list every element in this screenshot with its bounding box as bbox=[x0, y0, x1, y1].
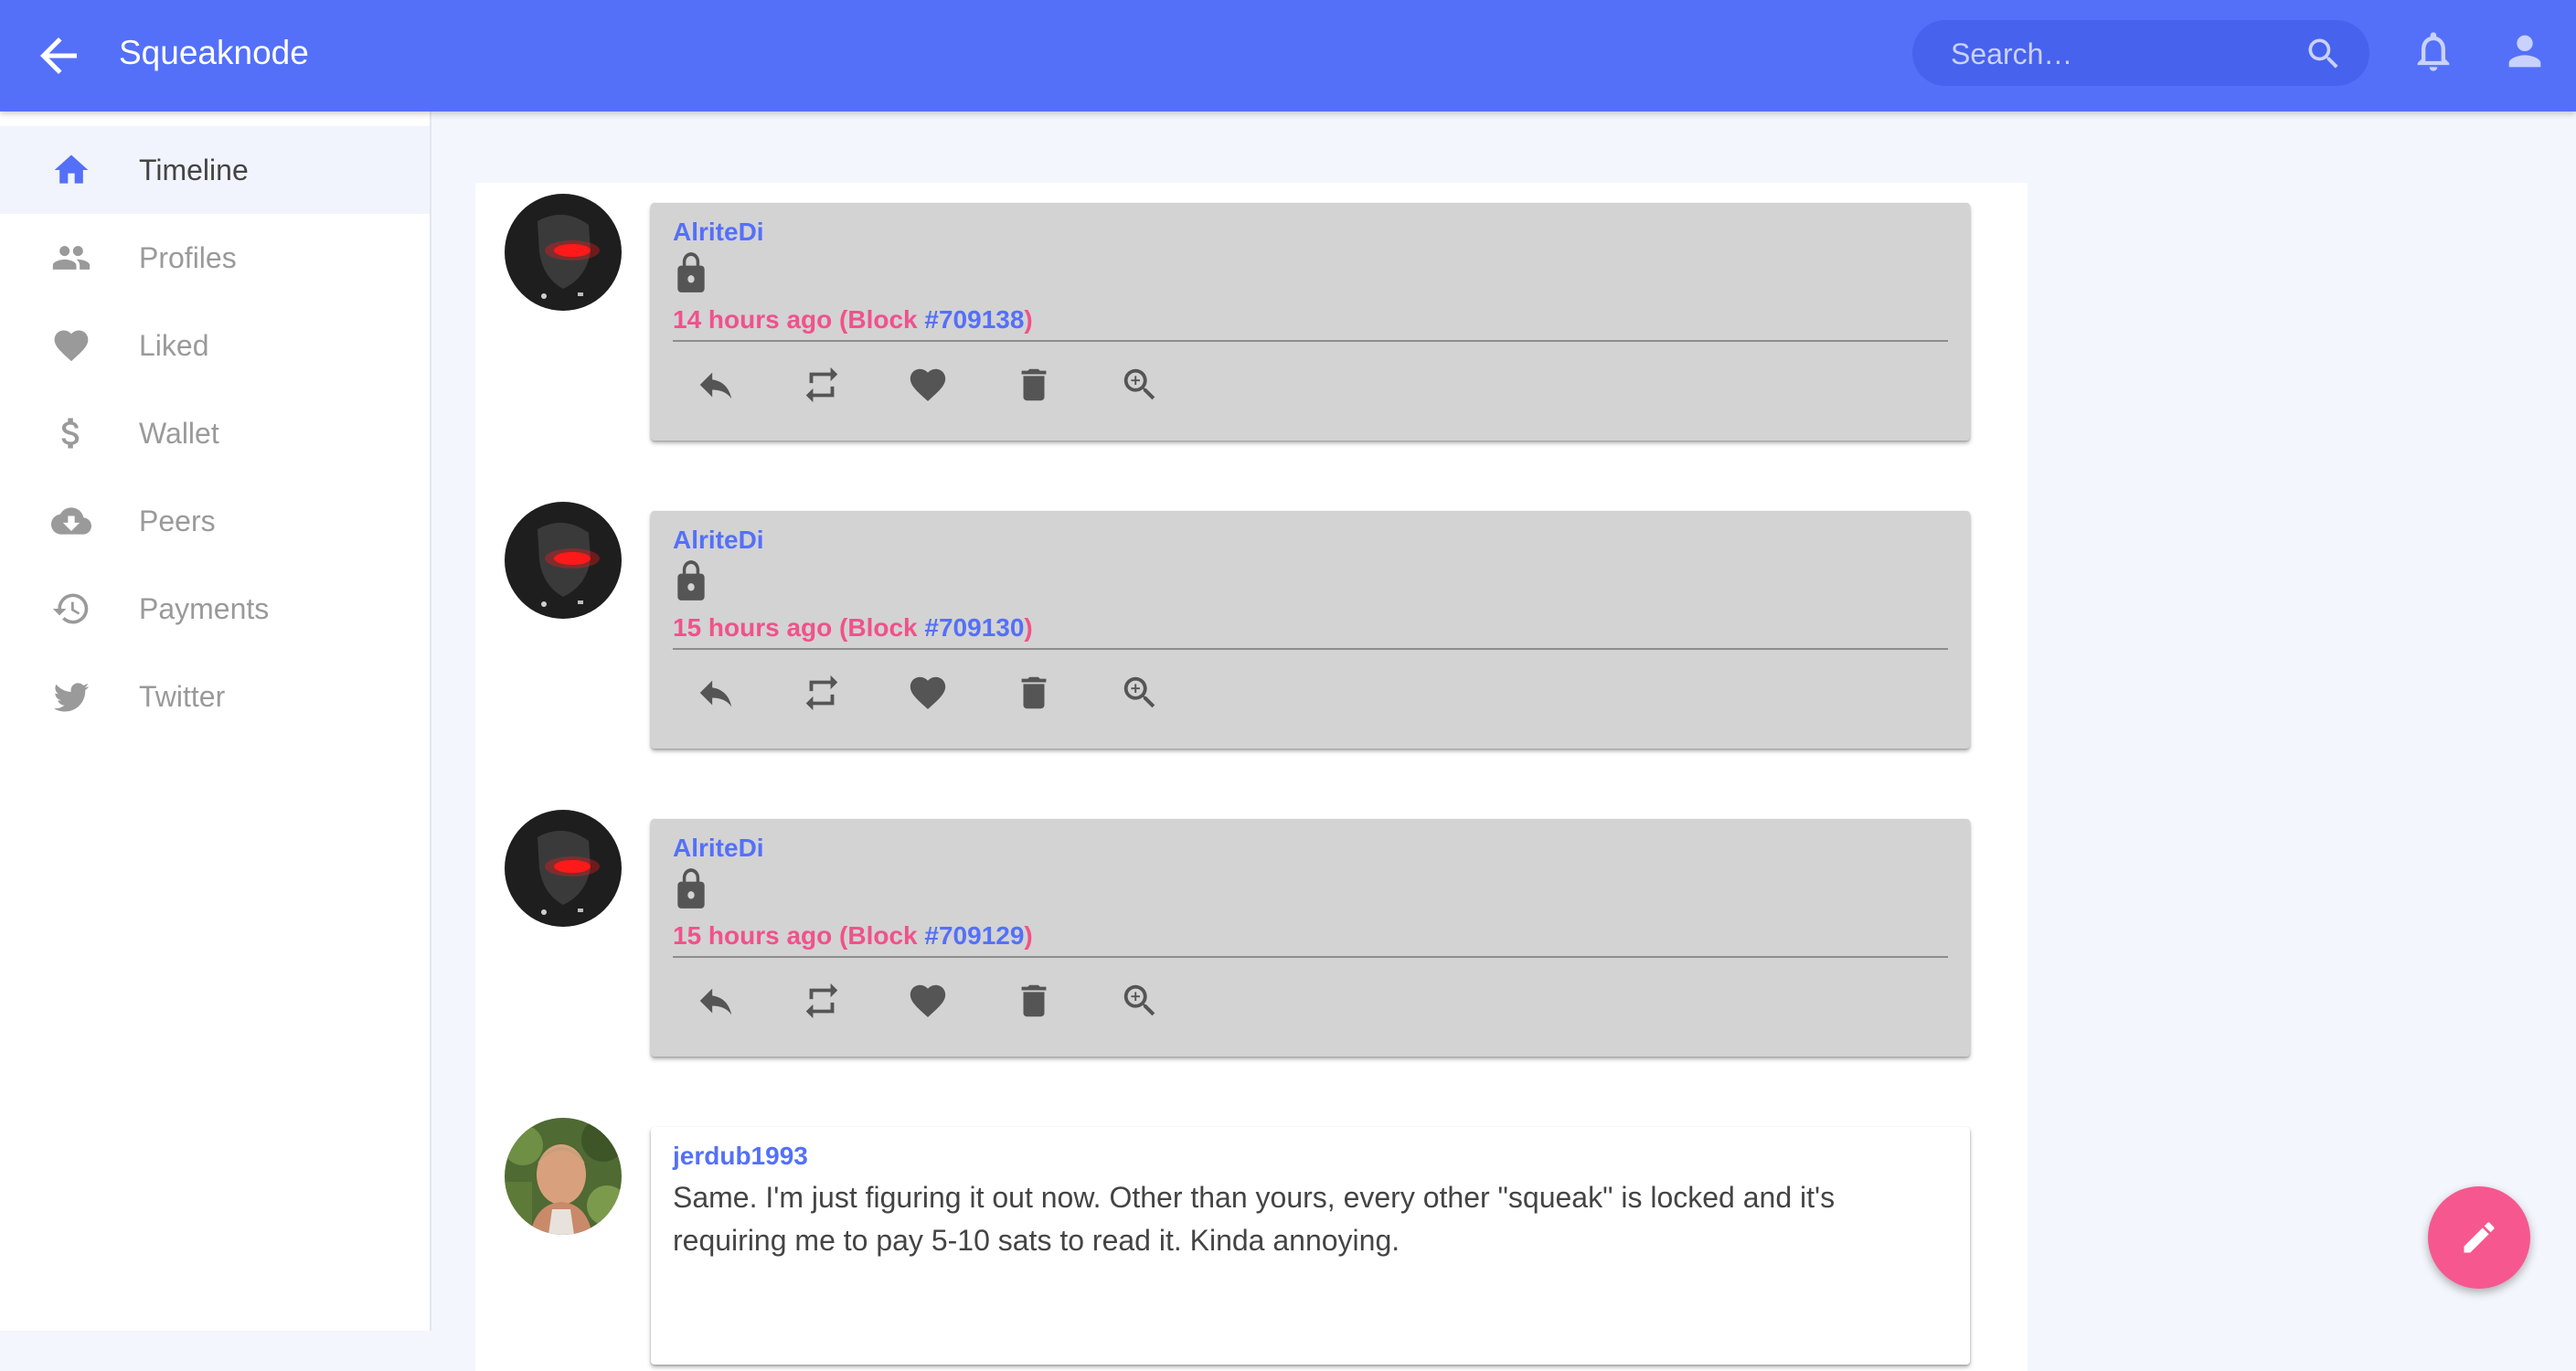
edit-pencil-icon bbox=[2464, 1222, 2495, 1253]
lock-icon bbox=[671, 866, 711, 912]
delete-icon[interactable] bbox=[1013, 364, 1055, 406]
author-name[interactable]: AlriteDi bbox=[673, 218, 764, 247]
notifications-bell-icon[interactable] bbox=[2410, 27, 2457, 75]
avatar[interactable] bbox=[505, 502, 622, 619]
lock-icon bbox=[671, 250, 711, 296]
time-suffix: ) bbox=[1024, 921, 1033, 950]
squeak-timestamp: 14 hours ago (Block #709138) bbox=[673, 305, 1033, 335]
sidebar-item-payments[interactable]: Payments bbox=[0, 565, 430, 653]
squeak-timestamp: 15 hours ago (Block #709129) bbox=[673, 921, 1033, 951]
squeak-card[interactable]: jerdub1993 Same. I'm just figuring it ou… bbox=[651, 1127, 1970, 1365]
squeak-card[interactable]: AlriteDi 15 hours ago (Block #709130) bbox=[651, 511, 1970, 749]
sidebar-item-peers[interactable]: Peers bbox=[0, 477, 430, 565]
delete-icon[interactable] bbox=[1013, 672, 1055, 714]
author-name[interactable]: jerdub1993 bbox=[673, 1142, 808, 1171]
block-link[interactable]: #709138 bbox=[924, 305, 1024, 334]
divider bbox=[673, 340, 1948, 342]
squeak-card[interactable]: AlriteDi 14 hours ago (Block #709138) bbox=[651, 203, 1970, 441]
sidebar-item-twitter[interactable]: Twitter bbox=[0, 653, 430, 740]
account-icon[interactable] bbox=[2501, 27, 2549, 75]
home-icon bbox=[51, 150, 91, 190]
sidebar-item-label: Twitter bbox=[139, 680, 226, 713]
author-name[interactable]: AlriteDi bbox=[673, 526, 764, 555]
time-text: 15 hours ago (Block bbox=[673, 921, 925, 950]
zoom-in-icon[interactable] bbox=[1119, 672, 1161, 714]
sidebar-item-liked[interactable]: Liked bbox=[0, 302, 430, 389]
block-link[interactable]: #709129 bbox=[924, 921, 1024, 950]
resqueak-icon[interactable] bbox=[801, 672, 843, 714]
reply-icon[interactable] bbox=[695, 672, 737, 714]
delete-icon[interactable] bbox=[1013, 980, 1055, 1022]
history-icon bbox=[51, 589, 91, 629]
zoom-in-icon[interactable] bbox=[1119, 980, 1161, 1022]
sidebar-item-label: Timeline bbox=[139, 154, 249, 186]
app-bar: Squeaknode bbox=[0, 0, 2576, 112]
lock-icon bbox=[671, 558, 711, 604]
squeak-timestamp: 15 hours ago (Block #709130) bbox=[673, 613, 1033, 643]
app-title: Squeaknode bbox=[119, 34, 309, 71]
search-icon[interactable] bbox=[2304, 34, 2344, 74]
sidebar: Timeline Profiles Liked Wallet Peers Pay… bbox=[0, 112, 431, 1331]
resqueak-icon[interactable] bbox=[801, 364, 843, 406]
sidebar-item-label: Peers bbox=[139, 505, 216, 537]
squeak-card[interactable]: AlriteDi 15 hours ago (Block #709129) bbox=[651, 819, 1970, 1057]
compose-squeak-button[interactable] bbox=[2428, 1186, 2530, 1289]
like-icon[interactable] bbox=[907, 672, 949, 714]
sidebar-item-timeline[interactable]: Timeline bbox=[0, 126, 430, 214]
time-text: 14 hours ago (Block bbox=[673, 305, 925, 334]
people-icon bbox=[51, 238, 91, 278]
author-name[interactable]: AlriteDi bbox=[673, 834, 764, 863]
sidebar-item-label: Profiles bbox=[139, 241, 237, 274]
like-icon[interactable] bbox=[907, 980, 949, 1022]
reply-icon[interactable] bbox=[695, 364, 737, 406]
heart-icon bbox=[51, 325, 91, 366]
sidebar-item-profiles[interactable]: Profiles bbox=[0, 214, 430, 302]
dollar-icon bbox=[51, 413, 91, 453]
zoom-in-icon[interactable] bbox=[1119, 364, 1161, 406]
sidebar-item-label: Liked bbox=[139, 329, 209, 362]
avatar[interactable] bbox=[505, 810, 622, 927]
squeak-content: Same. I'm just figuring it out now. Othe… bbox=[673, 1181, 1836, 1257]
time-text: 15 hours ago (Block bbox=[673, 613, 925, 642]
search-box[interactable] bbox=[1912, 20, 2369, 88]
timeline-feed: AlriteDi 14 hours ago (Block #709138) Al… bbox=[475, 183, 2028, 1371]
time-suffix: ) bbox=[1024, 613, 1033, 642]
twitter-icon bbox=[51, 676, 91, 717]
sidebar-item-label: Wallet bbox=[139, 417, 219, 450]
sidebar-item-label: Payments bbox=[139, 592, 270, 625]
resqueak-icon[interactable] bbox=[801, 980, 843, 1022]
avatar[interactable] bbox=[505, 194, 622, 311]
block-link[interactable]: #709130 bbox=[924, 613, 1024, 642]
divider bbox=[673, 648, 1948, 650]
sidebar-item-wallet[interactable]: Wallet bbox=[0, 389, 430, 477]
like-icon[interactable] bbox=[907, 364, 949, 406]
reply-icon[interactable] bbox=[695, 980, 737, 1022]
back-arrow-icon[interactable] bbox=[31, 28, 86, 83]
search-input[interactable] bbox=[1949, 20, 2300, 88]
divider bbox=[673, 956, 1948, 958]
avatar[interactable] bbox=[505, 1118, 622, 1235]
time-suffix: ) bbox=[1024, 305, 1033, 334]
cloud-download-icon bbox=[51, 501, 91, 541]
